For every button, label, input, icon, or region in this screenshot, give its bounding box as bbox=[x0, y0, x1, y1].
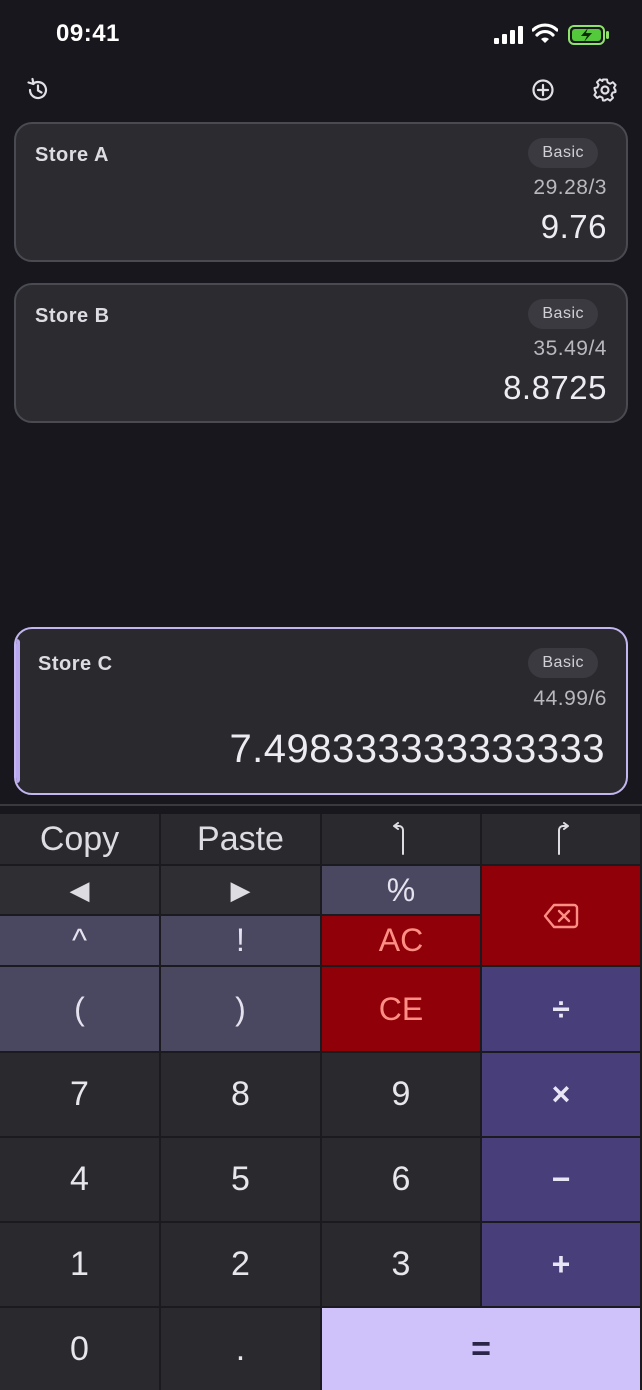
card-expression: 44.99/6 bbox=[533, 687, 607, 710]
status-bar: 09:41 bbox=[0, 0, 642, 70]
card-expression: 29.28/3 bbox=[533, 176, 607, 199]
digit-4-button[interactable]: 4 bbox=[0, 1138, 161, 1223]
mode-badge[interactable]: Basic bbox=[528, 299, 598, 329]
battery-charging-icon bbox=[568, 25, 609, 45]
card-expression: 35.49/4 bbox=[533, 337, 607, 360]
close-paren-button[interactable]: ) bbox=[161, 967, 322, 1053]
percent-button[interactable]: % bbox=[322, 866, 482, 916]
calc-card-store-c-active[interactable]: Store C Basic 44.99/6 7.498333333333333 bbox=[14, 627, 628, 795]
cursor-left-button[interactable]: ◀ bbox=[0, 866, 161, 916]
card-result: 7.498333333333333 bbox=[229, 727, 605, 771]
multiply-button[interactable]: × bbox=[482, 1053, 642, 1138]
paste-button[interactable]: Paste bbox=[161, 814, 322, 866]
decimal-button[interactable]: . bbox=[161, 1308, 322, 1390]
card-title: Store B bbox=[35, 305, 110, 327]
mode-badge[interactable]: Basic bbox=[528, 648, 598, 678]
all-clear-button[interactable]: AC bbox=[322, 916, 482, 967]
calc-card-store-b[interactable]: Store B Basic 35.49/4 8.8725 bbox=[14, 283, 628, 423]
power-button[interactable]: ^ bbox=[0, 916, 161, 967]
digit-6-button[interactable]: 6 bbox=[322, 1138, 482, 1223]
copy-button[interactable]: Copy bbox=[0, 814, 161, 866]
card-title: Store A bbox=[35, 144, 109, 166]
add-circle-icon[interactable] bbox=[529, 76, 557, 104]
keypad: Copy Paste ◀ ▶ % ^ ! AC ( ) CE ÷ 7 8 9 ×… bbox=[0, 804, 642, 1390]
minus-button[interactable]: − bbox=[482, 1138, 642, 1223]
digit-1-button[interactable]: 1 bbox=[0, 1223, 161, 1308]
gear-icon[interactable] bbox=[591, 76, 619, 104]
undo-icon bbox=[393, 822, 404, 855]
calc-card-store-a[interactable]: Store A Basic 29.28/3 9.76 bbox=[14, 122, 628, 262]
card-title: Store C bbox=[38, 653, 113, 675]
digit-2-button[interactable]: 2 bbox=[161, 1223, 322, 1308]
digit-0-button[interactable]: 0 bbox=[0, 1308, 161, 1390]
wifi-icon bbox=[532, 23, 558, 43]
digit-5-button[interactable]: 5 bbox=[161, 1138, 322, 1223]
status-time: 09:41 bbox=[56, 20, 120, 47]
cursor-right-button[interactable]: ▶ bbox=[161, 866, 322, 916]
plus-button[interactable]: + bbox=[482, 1223, 642, 1308]
card-result: 8.8725 bbox=[503, 369, 607, 406]
backspace-button[interactable] bbox=[482, 866, 642, 967]
mode-badge[interactable]: Basic bbox=[528, 138, 598, 168]
divide-button[interactable]: ÷ bbox=[482, 967, 642, 1053]
open-paren-button[interactable]: ( bbox=[0, 967, 161, 1053]
digit-3-button[interactable]: 3 bbox=[322, 1223, 482, 1308]
clear-entry-button[interactable]: CE bbox=[322, 967, 482, 1053]
digit-9-button[interactable]: 9 bbox=[322, 1053, 482, 1138]
factorial-button[interactable]: ! bbox=[161, 916, 322, 967]
backspace-icon bbox=[543, 903, 579, 928]
history-icon[interactable] bbox=[24, 76, 52, 104]
undo-button[interactable] bbox=[322, 814, 482, 866]
equals-button[interactable]: = bbox=[322, 1308, 642, 1390]
cellular-signal-icon bbox=[494, 26, 523, 44]
card-result: 9.76 bbox=[540, 208, 607, 245]
digit-8-button[interactable]: 8 bbox=[161, 1053, 322, 1138]
redo-icon bbox=[558, 822, 569, 855]
digit-7-button[interactable]: 7 bbox=[0, 1053, 161, 1138]
redo-button[interactable] bbox=[482, 814, 642, 866]
